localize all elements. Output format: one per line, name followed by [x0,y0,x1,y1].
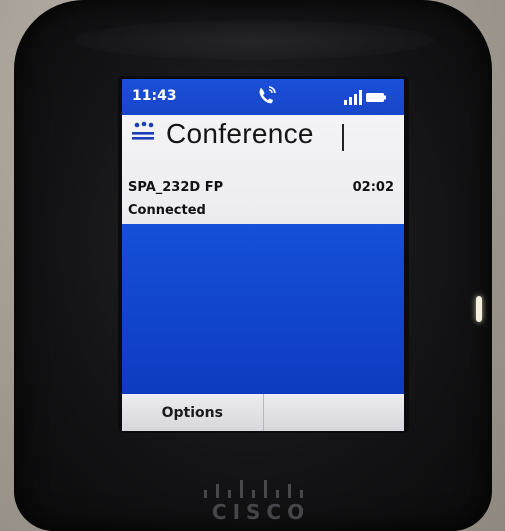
right-softkey[interactable] [264,394,405,431]
cisco-logo-icon [204,480,303,498]
empty-list-area [122,224,404,394]
phone-display: 11:43 Conference SPA_232D FP 02:02 Conne… [122,79,404,431]
signal-bars-icon [344,90,362,105]
softkey-bar: Options [122,394,404,431]
text-cursor [342,124,344,151]
bezel-glare [74,20,434,60]
side-indicator-light [476,296,482,322]
phone-ringing-icon [259,86,276,104]
call-duration: 02:02 [352,180,394,195]
status-bar: 11:43 [122,79,404,115]
battery-icon [366,93,386,102]
brand-name: CISCO [211,500,311,524]
cisco-logo: CISCO [196,478,326,531]
clock-time: 11:43 [132,88,177,104]
screen-title: Conference [166,118,314,149]
options-softkey[interactable]: Options [122,394,264,431]
call-status: Connected [128,203,206,218]
conference-icon [132,121,154,140]
caller-name: SPA_232D FP [128,180,224,195]
